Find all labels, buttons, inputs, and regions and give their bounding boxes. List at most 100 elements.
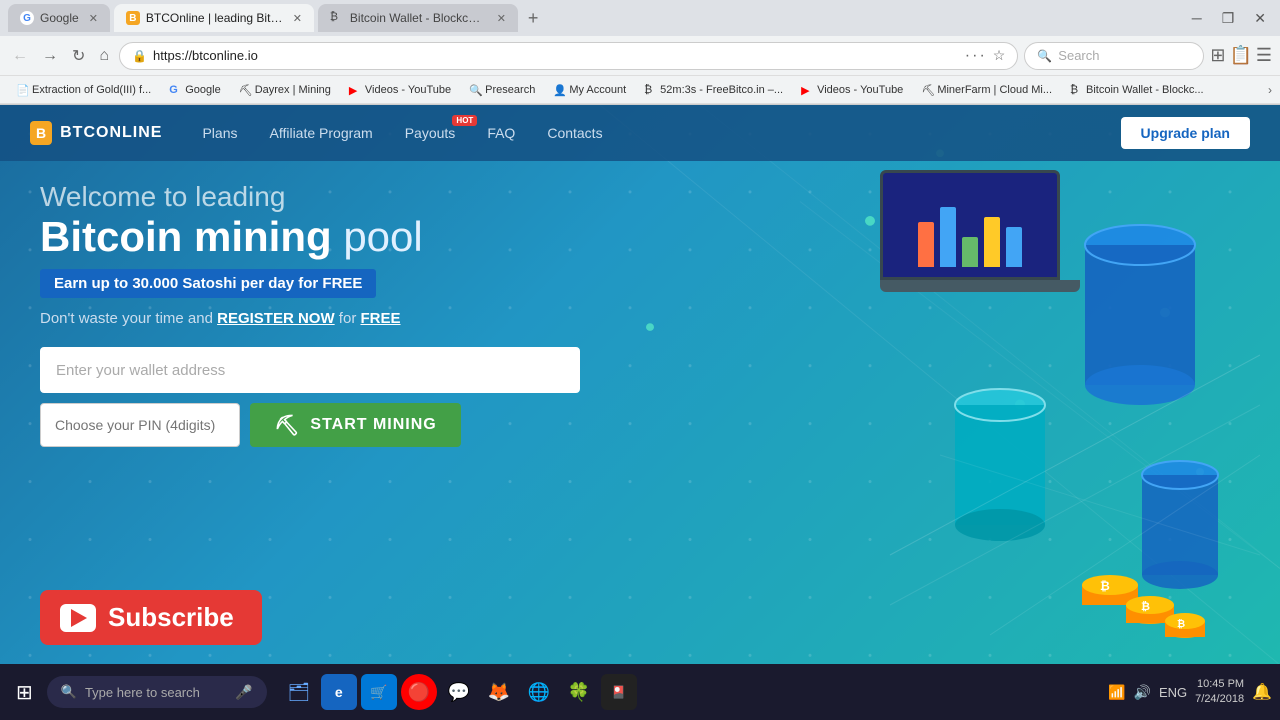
website-content: B BTCONLINE Plans Affiliate Program Payo… <box>0 105 1280 665</box>
taskbar-search-icon: 🔍 <box>61 684 77 700</box>
start-button[interactable]: ⊞ <box>8 676 41 709</box>
tab-btconline[interactable]: B BTCOnline | leading Bitcoin mi... ✕ <box>114 4 314 32</box>
svg-text:₿: ₿ <box>1141 601 1150 613</box>
pin-input[interactable] <box>40 403 240 447</box>
tab-google-close[interactable]: ✕ <box>89 12 98 25</box>
hero-subtitle: Earn up to 30.000 Satoshi per day for FR… <box>40 269 376 298</box>
bookmark-label: MinerFarm | Cloud Mi... <box>937 84 1052 96</box>
more-icon[interactable]: ··· <box>965 47 987 65</box>
hot-badge: HOT <box>452 115 477 126</box>
mic-icon[interactable]: 🎤 <box>235 684 252 701</box>
bookmark-label: Extraction of Gold(III) f... <box>32 84 151 96</box>
search-box[interactable]: 🔍 Search <box>1024 42 1204 70</box>
minimize-button[interactable]: ─ <box>1186 8 1208 28</box>
taskbar-app-cortana[interactable]: 🔴 <box>401 674 437 710</box>
start-mining-label: START MINING <box>310 416 436 434</box>
title-bar: G Google ✕ B BTCOnline | leading Bitcoin… <box>0 0 1280 36</box>
home-button[interactable]: ⌂ <box>95 43 113 69</box>
tab-google[interactable]: G Google ✕ <box>8 4 110 32</box>
menu-icon[interactable]: ☰ <box>1256 45 1272 66</box>
bookmark-blockchain[interactable]: ₿ Bitcoin Wallet - Blockc... <box>1062 82 1212 98</box>
taskbar-system-tray: 📶 🔊 ENG 10:45 PM 7/24/2018 🔔 <box>1108 677 1272 708</box>
site-nav-links: Plans Affiliate Program Payouts HOT FAQ … <box>202 125 1120 141</box>
search-placeholder: Search <box>1058 48 1099 63</box>
taskbar-app-chrome[interactable]: 🌐 <box>521 674 557 710</box>
maximize-button[interactable]: ❐ <box>1216 8 1241 29</box>
taskbar-search-text: Type here to search <box>85 685 200 700</box>
close-button[interactable]: ✕ <box>1248 8 1272 29</box>
nav-contacts[interactable]: Contacts <box>547 125 602 141</box>
svg-text:₿: ₿ <box>1177 618 1185 630</box>
bookmark-extraction[interactable]: 📄 Extraction of Gold(III) f... <box>8 82 159 98</box>
tab-blockchain-title: Bitcoin Wallet - Blockchain <box>350 11 487 25</box>
bookmark-freebitcoin[interactable]: ₿ 52m:3s - FreeBitco.in –... <box>636 82 791 98</box>
bookmark-label: My Account <box>569 84 626 96</box>
taskbar-app-firefox[interactable]: 🦊 <box>481 674 517 710</box>
bookmark-favicon: ▶ <box>349 84 361 96</box>
search-icon: 🔍 <box>1037 49 1052 63</box>
language-indicator[interactable]: ENG <box>1159 685 1187 700</box>
date-display: 7/24/2018 <box>1195 692 1244 707</box>
bookmark-favicon: ₿ <box>1070 84 1082 96</box>
tab-btconline-title: BTCOnline | leading Bitcoin mi... <box>146 11 283 25</box>
system-clock[interactable]: 10:45 PM 7/24/2018 <box>1195 677 1244 708</box>
start-mining-button[interactable]: ⛏ START MINING <box>250 403 461 447</box>
wallet-address-input[interactable] <box>40 347 580 393</box>
register-now-link[interactable]: REGISTER NOW <box>217 310 335 327</box>
free-link[interactable]: FREE <box>360 310 400 327</box>
tab-blockchain-close[interactable]: ✕ <box>497 12 506 25</box>
site-logo: B BTCONLINE <box>30 121 162 145</box>
upgrade-plan-button[interactable]: Upgrade plan <box>1121 117 1250 149</box>
sound-icon[interactable]: 🔊 <box>1134 684 1151 701</box>
bookmark-label: Dayrex | Mining <box>255 84 331 96</box>
bookmark-favicon: 👤 <box>553 84 565 96</box>
bookmark-myaccount[interactable]: 👤 My Account <box>545 82 634 98</box>
bookmark-google[interactable]: G Google <box>161 82 228 98</box>
bookmark-youtube2[interactable]: ▶ Videos - YouTube <box>793 82 911 98</box>
bookmark-minerfarm[interactable]: ⛏ MinerFarm | Cloud Mi... <box>913 82 1060 98</box>
network-icon[interactable]: 📶 <box>1108 684 1125 701</box>
history-icon[interactable]: ⊞ <box>1210 45 1225 66</box>
taskbar-search-box[interactable]: 🔍 Type here to search 🎤 <box>47 676 267 708</box>
address-text: https://btconline.io <box>153 48 959 63</box>
tab-google-title: Google <box>40 11 79 25</box>
taskbar: ⊞ 🔍 Type here to search 🎤 🗂 e 🛒 🔴 💬 🦊 🌐 … <box>0 664 1280 720</box>
mining-icon: ⛏ <box>274 413 300 438</box>
subscribe-button[interactable]: Subscribe <box>40 590 262 645</box>
nav-payouts[interactable]: Payouts HOT <box>405 125 456 141</box>
bookmarks-more-icon[interactable]: › <box>1268 83 1272 97</box>
taskbar-app-black[interactable]: 🎴 <box>601 674 637 710</box>
nav-affiliate[interactable]: Affiliate Program <box>269 125 372 141</box>
bookmark-star-icon[interactable]: ☆ <box>993 47 1006 64</box>
nav-faq[interactable]: FAQ <box>487 125 515 141</box>
bookmark-dayrex[interactable]: ⛏ Dayrex | Mining <box>231 82 339 98</box>
new-tab-button[interactable]: + <box>522 8 545 29</box>
reading-list-icon[interactable]: 📋 <box>1229 45 1251 66</box>
taskbar-app-whatsapp[interactable]: 💬 <box>441 674 477 710</box>
bookmark-youtube1[interactable]: ▶ Videos - YouTube <box>341 82 459 98</box>
taskbar-app-store[interactable]: 🛒 <box>361 674 397 710</box>
notification-icon[interactable]: 🔔 <box>1252 682 1272 702</box>
bookmark-favicon: 📄 <box>16 84 28 96</box>
taskbar-app-clover[interactable]: 🍀 <box>561 674 597 710</box>
blockchain-favicon: ₿ <box>330 11 344 25</box>
taskbar-app-task-view[interactable]: 🗂 <box>281 674 317 710</box>
bookmark-label: Bitcoin Wallet - Blockc... <box>1086 84 1204 96</box>
bookmark-label: Presearch <box>485 84 535 96</box>
bookmark-presearch[interactable]: 🔍 Presearch <box>461 82 543 98</box>
forward-button[interactable]: → <box>38 43 62 69</box>
bookmark-favicon: 🔍 <box>469 84 481 96</box>
window-controls: ─ ❐ ✕ <box>1186 8 1272 29</box>
nav-right-icons: ⊞ 📋 ☰ <box>1210 45 1272 66</box>
bookmark-favicon: G <box>169 84 181 96</box>
reload-button[interactable]: ↻ <box>68 42 89 70</box>
tab-btconline-close[interactable]: ✕ <box>293 12 302 25</box>
taskbar-app-edge[interactable]: e <box>321 674 357 710</box>
back-button[interactable]: ← <box>8 43 32 69</box>
taskbar-apps: 🗂 e 🛒 🔴 💬 🦊 🌐 🍀 🎴 <box>281 674 637 710</box>
tab-blockchain[interactable]: ₿ Bitcoin Wallet - Blockchain ✕ <box>318 4 518 32</box>
nav-plans[interactable]: Plans <box>202 125 237 141</box>
address-bar[interactable]: 🔒 https://btconline.io ··· ☆ <box>119 42 1018 70</box>
bookmark-label: Videos - YouTube <box>817 84 903 96</box>
bookmark-favicon: ▶ <box>801 84 813 96</box>
